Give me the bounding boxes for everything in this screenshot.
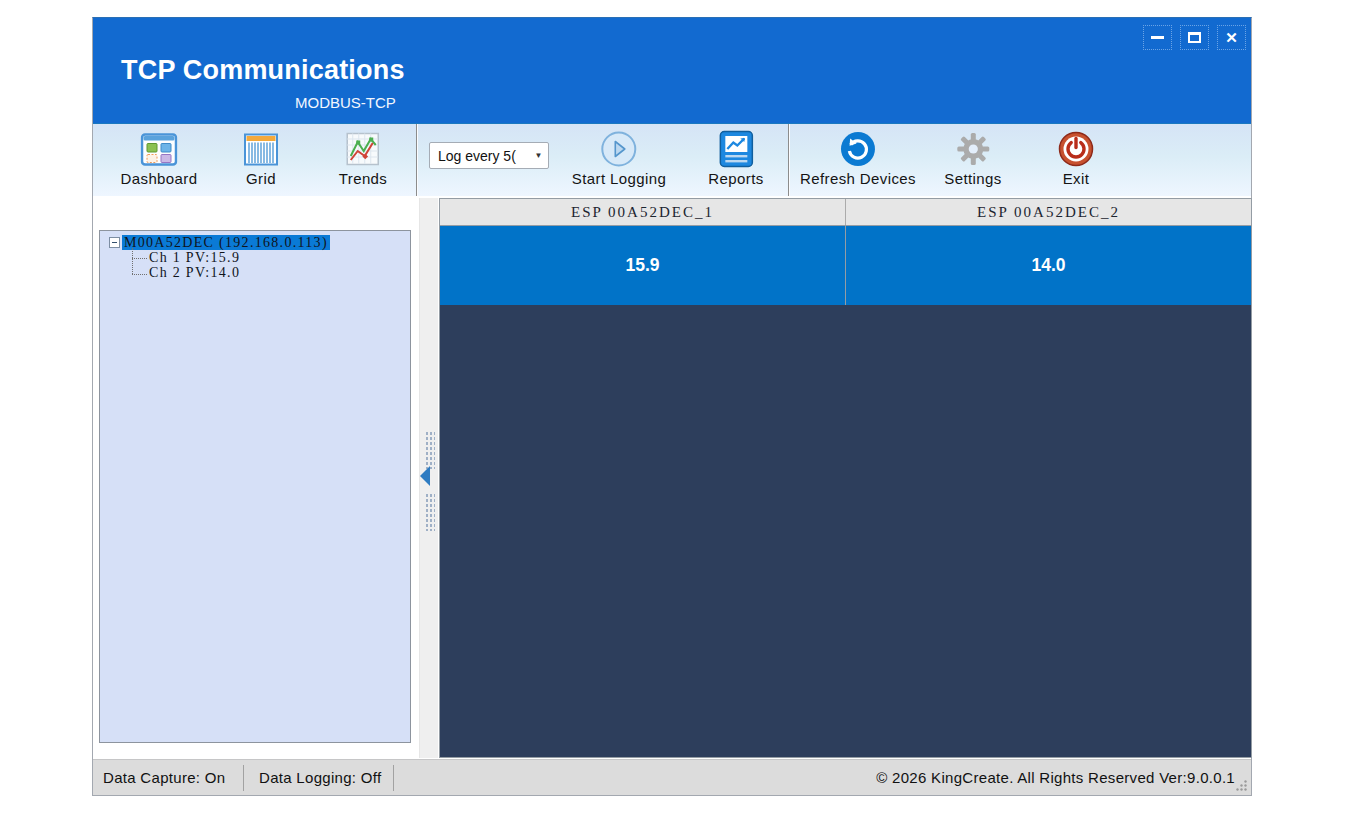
splitter-handle[interactable] xyxy=(419,198,438,758)
app-window: TCP Communications MODBUS-TCP ✕ Dashboa xyxy=(92,17,1252,796)
grid-col-header-1[interactable]: ESP 00A52DEC_1 xyxy=(440,199,845,225)
app-subtitle: MODBUS-TCP xyxy=(295,94,396,111)
grid-value-2[interactable]: 14.0 xyxy=(845,226,1251,305)
window-controls: ✕ xyxy=(1143,25,1246,50)
settings-label: Settings xyxy=(944,170,1001,187)
exit-power-icon xyxy=(1057,129,1095,169)
tree-connector-stub-2 xyxy=(132,274,147,275)
status-copyright: © 2026 KingCreate. All Rights Reserved V… xyxy=(876,760,1235,795)
tree-connector xyxy=(132,248,133,274)
reports-icon xyxy=(716,129,756,169)
status-separator-2 xyxy=(393,765,394,791)
device-tree-panel: M00A52DEC (192.168.0.113) Ch 1 PV:15.9 C… xyxy=(99,230,411,743)
status-bar: Data Capture: On Data Logging: Off © 202… xyxy=(93,759,1251,795)
values-grid: ESP 00A52DEC_1 ESP 00A52DEC_2 15.9 14.0 xyxy=(439,198,1252,758)
maximize-button[interactable] xyxy=(1180,25,1209,50)
grid-button[interactable]: Grid xyxy=(243,129,279,187)
log-interval-value: Log every 5( xyxy=(430,148,529,164)
splitter-grip-bottom xyxy=(425,493,435,531)
resize-grip-icon[interactable] xyxy=(1235,779,1248,792)
tree-root-row[interactable]: M00A52DEC (192.168.0.113) xyxy=(100,234,410,250)
minimize-button[interactable] xyxy=(1143,25,1172,50)
reports-label: Reports xyxy=(708,170,763,187)
close-button[interactable]: ✕ xyxy=(1217,25,1246,50)
exit-button[interactable]: Exit xyxy=(1057,129,1095,187)
toolbar: Dashboard Grid xyxy=(93,123,1251,196)
splitter-collapse-icon[interactable] xyxy=(420,466,430,486)
tree-connector-stub-1 xyxy=(132,258,147,259)
start-logging-button[interactable]: Start Logging xyxy=(572,129,666,187)
tree-item-ch2[interactable]: Ch 2 PV:14.0 xyxy=(100,265,410,280)
dashboard-label: Dashboard xyxy=(121,170,198,187)
grid-col-header-2[interactable]: ESP 00A52DEC_2 xyxy=(845,199,1251,225)
reports-button[interactable]: Reports xyxy=(708,129,763,187)
status-data-capture: Data Capture: On xyxy=(103,769,225,786)
minimize-icon xyxy=(1151,36,1164,39)
grid-value-1[interactable]: 15.9 xyxy=(440,226,845,305)
refresh-icon xyxy=(839,129,877,169)
start-logging-label: Start Logging xyxy=(572,170,666,187)
tree-collapse-icon[interactable] xyxy=(109,237,120,248)
settings-gear-icon xyxy=(954,129,992,169)
title-bar: TCP Communications MODBUS-TCP ✕ xyxy=(93,18,1251,123)
grid-value-row: 15.9 14.0 xyxy=(440,226,1251,305)
splitter-grip-top xyxy=(425,431,435,469)
grid-icon xyxy=(243,129,279,169)
maximize-icon xyxy=(1188,32,1201,43)
client-area: M00A52DEC (192.168.0.113) Ch 1 PV:15.9 C… xyxy=(93,196,1251,761)
dashboard-icon xyxy=(140,129,177,169)
grid-header-row: ESP 00A52DEC_1 ESP 00A52DEC_2 xyxy=(440,199,1251,226)
log-interval-select[interactable]: Log every 5( ▼ xyxy=(429,142,549,169)
grid-label: Grid xyxy=(246,170,276,187)
trends-label: Trends xyxy=(339,170,388,187)
trends-icon xyxy=(346,129,380,169)
tree-root-label[interactable]: M00A52DEC (192.168.0.113) xyxy=(122,235,330,250)
toolbar-separator-2 xyxy=(788,124,790,196)
start-logging-icon xyxy=(600,129,638,169)
trends-button[interactable]: Trends xyxy=(339,129,388,187)
settings-button[interactable]: Settings xyxy=(944,129,1001,187)
combo-dropdown-icon[interactable]: ▼ xyxy=(529,143,548,168)
app-title: TCP Communications xyxy=(121,55,405,86)
refresh-devices-label: Refresh Devices xyxy=(800,170,916,187)
close-icon: ✕ xyxy=(1225,30,1238,45)
dashboard-button[interactable]: Dashboard xyxy=(121,129,198,187)
refresh-devices-button[interactable]: Refresh Devices xyxy=(800,129,916,187)
exit-label: Exit xyxy=(1063,170,1090,187)
toolbar-separator-1 xyxy=(416,124,418,196)
status-separator-1 xyxy=(243,765,244,791)
status-data-logging: Data Logging: Off xyxy=(259,760,381,795)
